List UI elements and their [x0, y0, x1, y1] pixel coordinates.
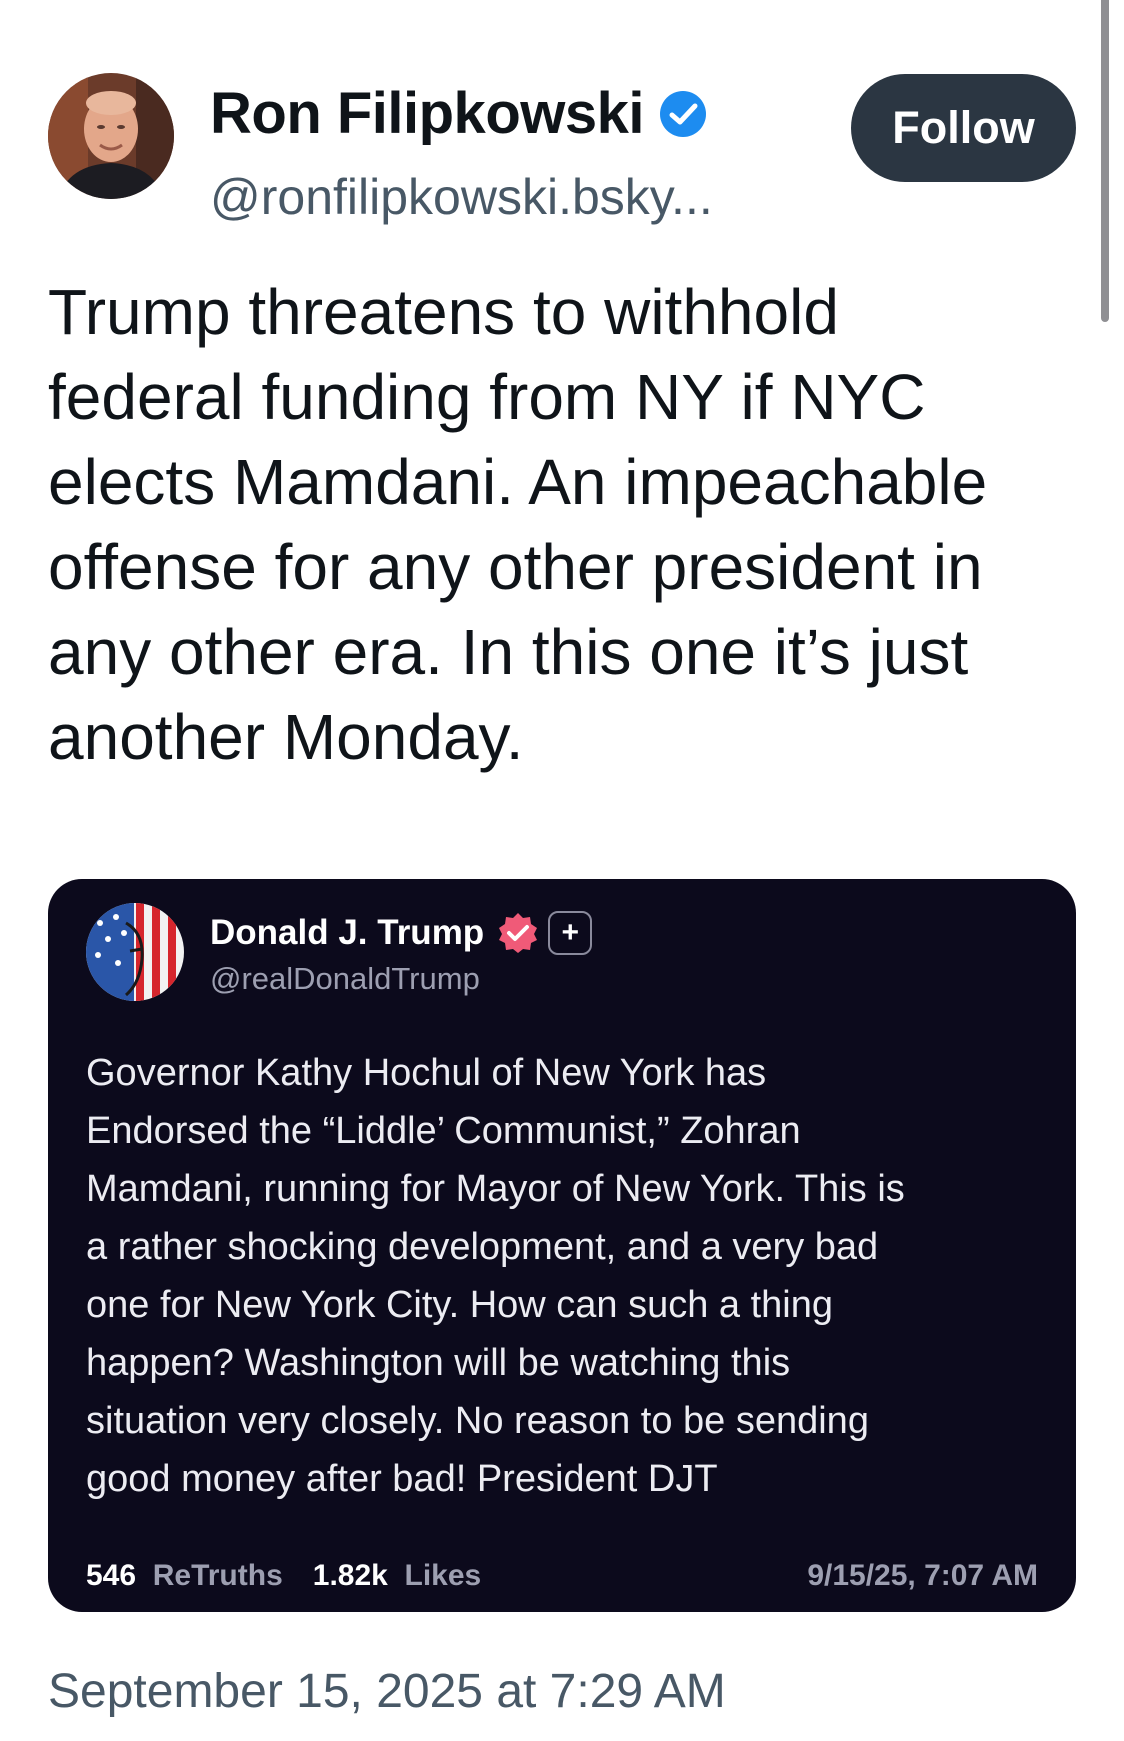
quoted-text-line: Mamdani, running for Mayor of New York. … — [86, 1168, 905, 1210]
likes-count: 1.82k — [312, 1559, 388, 1592]
quoted-author-name: Donald J. Trump + — [210, 911, 593, 955]
follow-button[interactable]: Follow — [851, 74, 1076, 182]
quoted-author-avatar — [86, 903, 184, 1001]
retruths-stat: 546 ReTruths — [86, 1559, 283, 1593]
plus-icon: + — [548, 911, 593, 955]
quoted-author-handle: @realDonaldTrump — [210, 961, 480, 996]
retruths-count: 546 — [86, 1559, 137, 1592]
quoted-post-time: 9/15/25, 7:07 AM — [807, 1559, 1038, 1592]
quoted-text-line: Endorsed the “Liddle’ Communist,” Zohran — [86, 1110, 801, 1152]
quoted-post-stats: 546 ReTruths 1.82k Likes — [86, 1559, 481, 1593]
scrollbar[interactable] — [1101, 0, 1109, 322]
post-text: Trump threatens to withhold federal fund… — [48, 270, 1088, 780]
quoted-text-line: situation very closely. No reason to be … — [86, 1400, 869, 1442]
quoted-text-line: good money after bad! President DJT — [86, 1458, 718, 1500]
author-name[interactable]: Ron Filipkowski — [210, 80, 708, 147]
post-text-line: another Monday. — [48, 701, 524, 773]
post-text-line: any other era. In this one it’s just — [48, 616, 969, 688]
likes-label: Likes — [396, 1559, 482, 1592]
author-avatar[interactable] — [48, 73, 174, 199]
verified-badge-icon — [499, 913, 538, 953]
quoted-post-text: Governor Kathy Hochul of New York has En… — [86, 1044, 1046, 1508]
post-timestamp[interactable]: September 15, 2025 at 7:29 AM — [48, 1664, 726, 1719]
post-text-line: elects Mamdani. An impeachable — [48, 446, 988, 518]
quoted-text-line: one for New York City. How can such a th… — [86, 1284, 834, 1326]
quoted-author-name-text: Donald J. Trump — [210, 913, 485, 952]
likes-stat: 1.82k Likes — [313, 1559, 481, 1593]
retruths-label: ReTruths — [144, 1559, 283, 1592]
post-text-line: federal funding from NY if NYC — [48, 361, 926, 433]
quoted-text-line: a rather shocking development, and a ver… — [86, 1226, 879, 1268]
quoted-text-line: happen? Washington will be watching this — [86, 1342, 791, 1384]
embedded-post-image[interactable]: Donald J. Trump + @realDonaldTrump Gover… — [48, 879, 1076, 1612]
author-handle[interactable]: @ronfilipkowski.bsky... — [210, 168, 713, 226]
post-text-line: offense for any other president in — [48, 531, 983, 603]
verified-badge-icon — [660, 90, 706, 137]
post-page: Ron Filipkowski @ronfilipkowski.bsky... … — [0, 0, 1124, 1741]
quoted-text-line: Governor Kathy Hochul of New York has — [86, 1052, 767, 1094]
post-text-line: Trump threatens to withhold — [48, 276, 839, 348]
author-name-text[interactable]: Ron Filipkowski — [210, 80, 645, 147]
